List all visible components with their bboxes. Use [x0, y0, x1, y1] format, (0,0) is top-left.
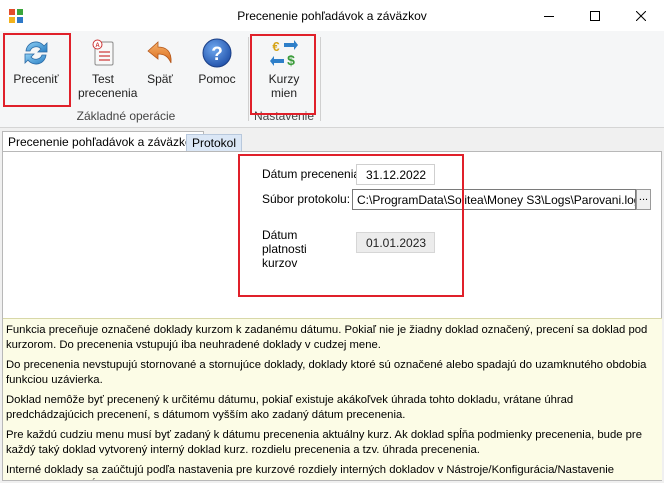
highlight-exchange-rates: [250, 34, 316, 115]
info-box: Funkcia preceňuje označené doklady kurzo…: [3, 318, 662, 480]
test-checklist-icon: A: [92, 39, 114, 66]
info-paragraph: Interné doklady sa zaúčtujú podľa nastav…: [6, 464, 615, 480]
svg-text:?: ?: [211, 44, 223, 65]
close-button[interactable]: [618, 0, 664, 31]
ribbon: Preceniť A Test precenenia Späť ? Pomoc …: [0, 31, 664, 128]
maximize-button[interactable]: [572, 0, 618, 31]
highlight-revalue: [3, 33, 71, 107]
undo-button[interactable]: Späť: [140, 34, 180, 86]
help-button[interactable]: ? Pomoc: [195, 34, 239, 86]
title-bar: Precenenie pohľadávok a záväzkov: [0, 0, 664, 31]
undo-label: Späť: [147, 72, 173, 86]
group-label-basic: Základné operácie: [76, 109, 176, 123]
close-icon: [636, 10, 646, 21]
tab-protocol[interactable]: Protokol: [186, 134, 243, 151]
help-label: Pomoc: [198, 72, 236, 86]
group-separator: [248, 37, 249, 121]
group-separator: [320, 37, 321, 121]
test-revaluation-label: Test precenenia: [78, 72, 138, 100]
test-revaluation-button[interactable]: A Test precenenia: [72, 34, 138, 100]
undo-arrow-icon: [147, 41, 172, 64]
tab-revaluation[interactable]: Precenenie pohľadávok a záväzkov: [2, 131, 204, 153]
info-paragraph: Doklad nemôže byť precenený k určitému d…: [6, 394, 574, 421]
info-paragraph: Pre každú cudziu menu musí byť zadaný k …: [6, 429, 642, 456]
svg-text:A: A: [95, 43, 100, 49]
browse-button[interactable]: ...: [636, 189, 651, 210]
maximize-icon: [590, 10, 600, 21]
help-icon: ?: [202, 38, 232, 68]
highlight-form: [238, 154, 464, 297]
info-paragraph: Do precenenia nevstupujú stornované a st…: [6, 359, 647, 386]
minimize-icon: [544, 15, 554, 17]
minimize-button[interactable]: [526, 0, 572, 31]
info-paragraph: Funkcia preceňuje označené doklady kurzo…: [6, 324, 648, 351]
tab-strip: Precenenie pohľadávok a záväzkov Protoko…: [0, 131, 664, 153]
